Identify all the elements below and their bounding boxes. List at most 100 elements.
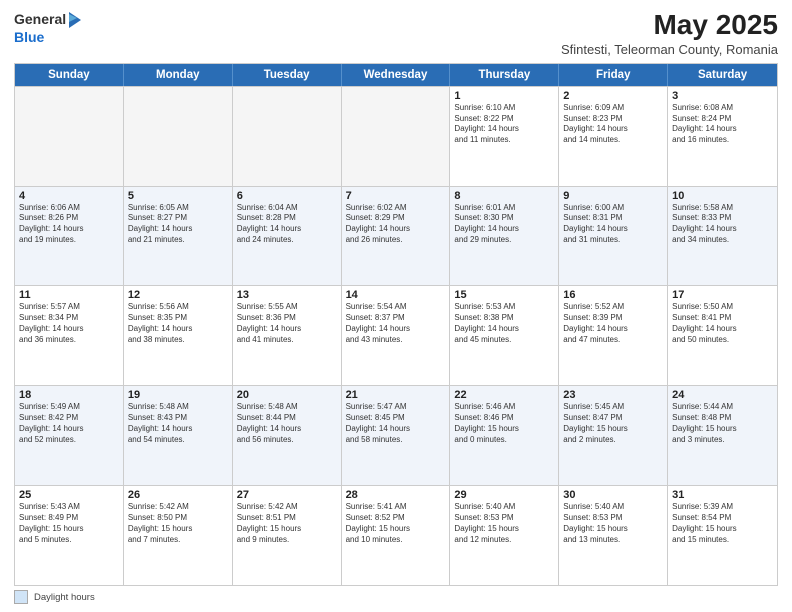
cal-cell-5: 5Sunrise: 6:05 AM Sunset: 8:27 PM Daylig… bbox=[124, 187, 233, 286]
calendar-row-3: 11Sunrise: 5:57 AM Sunset: 8:34 PM Dayli… bbox=[15, 285, 777, 385]
day-info: Sunrise: 5:40 AM Sunset: 8:53 PM Dayligh… bbox=[454, 502, 554, 545]
day-info: Sunrise: 6:02 AM Sunset: 8:29 PM Dayligh… bbox=[346, 203, 446, 246]
cal-cell-31: 31Sunrise: 5:39 AM Sunset: 8:54 PM Dayli… bbox=[668, 486, 777, 585]
day-info: Sunrise: 5:47 AM Sunset: 8:45 PM Dayligh… bbox=[346, 402, 446, 445]
day-info: Sunrise: 5:54 AM Sunset: 8:37 PM Dayligh… bbox=[346, 302, 446, 345]
cal-cell-10: 10Sunrise: 5:58 AM Sunset: 8:33 PM Dayli… bbox=[668, 187, 777, 286]
cal-cell-empty-1 bbox=[124, 87, 233, 186]
cal-cell-empty-2 bbox=[233, 87, 342, 186]
day-number: 21 bbox=[346, 389, 446, 401]
calendar-row-1: 1Sunrise: 6:10 AM Sunset: 8:22 PM Daylig… bbox=[15, 86, 777, 186]
calendar-body: 1Sunrise: 6:10 AM Sunset: 8:22 PM Daylig… bbox=[15, 86, 777, 585]
day-number: 7 bbox=[346, 190, 446, 202]
day-number: 1 bbox=[454, 90, 554, 102]
day-number: 26 bbox=[128, 489, 228, 501]
calendar: SundayMondayTuesdayWednesdayThursdayFrid… bbox=[14, 63, 778, 586]
day-info: Sunrise: 5:52 AM Sunset: 8:39 PM Dayligh… bbox=[563, 302, 663, 345]
daylight-legend-box bbox=[14, 590, 28, 604]
logo: General Blue bbox=[14, 10, 83, 45]
cal-cell-22: 22Sunrise: 5:46 AM Sunset: 8:46 PM Dayli… bbox=[450, 386, 559, 485]
day-info: Sunrise: 5:44 AM Sunset: 8:48 PM Dayligh… bbox=[672, 402, 773, 445]
calendar-row-5: 25Sunrise: 5:43 AM Sunset: 8:49 PM Dayli… bbox=[15, 485, 777, 585]
cal-cell-14: 14Sunrise: 5:54 AM Sunset: 8:37 PM Dayli… bbox=[342, 286, 451, 385]
day-number: 17 bbox=[672, 289, 773, 301]
cal-cell-empty-3 bbox=[342, 87, 451, 186]
cal-cell-1: 1Sunrise: 6:10 AM Sunset: 8:22 PM Daylig… bbox=[450, 87, 559, 186]
cal-cell-30: 30Sunrise: 5:40 AM Sunset: 8:53 PM Dayli… bbox=[559, 486, 668, 585]
day-header-thursday: Thursday bbox=[450, 64, 559, 86]
day-info: Sunrise: 6:09 AM Sunset: 8:23 PM Dayligh… bbox=[563, 103, 663, 146]
cal-cell-27: 27Sunrise: 5:42 AM Sunset: 8:51 PM Dayli… bbox=[233, 486, 342, 585]
cal-cell-23: 23Sunrise: 5:45 AM Sunset: 8:47 PM Dayli… bbox=[559, 386, 668, 485]
page: General Blue May 2025 Sfintesti, Teleorm… bbox=[0, 0, 792, 612]
day-number: 23 bbox=[563, 389, 663, 401]
day-number: 6 bbox=[237, 190, 337, 202]
day-header-tuesday: Tuesday bbox=[233, 64, 342, 86]
day-number: 8 bbox=[454, 190, 554, 202]
day-number: 9 bbox=[563, 190, 663, 202]
cal-cell-16: 16Sunrise: 5:52 AM Sunset: 8:39 PM Dayli… bbox=[559, 286, 668, 385]
day-number: 5 bbox=[128, 190, 228, 202]
day-info: Sunrise: 5:42 AM Sunset: 8:50 PM Dayligh… bbox=[128, 502, 228, 545]
footer: Daylight hours bbox=[14, 590, 778, 604]
day-info: Sunrise: 5:56 AM Sunset: 8:35 PM Dayligh… bbox=[128, 302, 228, 345]
day-info: Sunrise: 6:06 AM Sunset: 8:26 PM Dayligh… bbox=[19, 203, 119, 246]
logo-blue-text: Blue bbox=[14, 30, 44, 45]
cal-cell-28: 28Sunrise: 5:41 AM Sunset: 8:52 PM Dayli… bbox=[342, 486, 451, 585]
cal-cell-20: 20Sunrise: 5:48 AM Sunset: 8:44 PM Dayli… bbox=[233, 386, 342, 485]
cal-cell-3: 3Sunrise: 6:08 AM Sunset: 8:24 PM Daylig… bbox=[668, 87, 777, 186]
day-info: Sunrise: 5:46 AM Sunset: 8:46 PM Dayligh… bbox=[454, 402, 554, 445]
day-info: Sunrise: 6:05 AM Sunset: 8:27 PM Dayligh… bbox=[128, 203, 228, 246]
day-number: 11 bbox=[19, 289, 119, 301]
day-number: 22 bbox=[454, 389, 554, 401]
day-number: 14 bbox=[346, 289, 446, 301]
day-info: Sunrise: 5:58 AM Sunset: 8:33 PM Dayligh… bbox=[672, 203, 773, 246]
cal-cell-26: 26Sunrise: 5:42 AM Sunset: 8:50 PM Dayli… bbox=[124, 486, 233, 585]
cal-cell-25: 25Sunrise: 5:43 AM Sunset: 8:49 PM Dayli… bbox=[15, 486, 124, 585]
day-info: Sunrise: 5:41 AM Sunset: 8:52 PM Dayligh… bbox=[346, 502, 446, 545]
day-number: 31 bbox=[672, 489, 773, 501]
cal-cell-12: 12Sunrise: 5:56 AM Sunset: 8:35 PM Dayli… bbox=[124, 286, 233, 385]
day-number: 12 bbox=[128, 289, 228, 301]
day-info: Sunrise: 5:57 AM Sunset: 8:34 PM Dayligh… bbox=[19, 302, 119, 345]
day-info: Sunrise: 5:50 AM Sunset: 8:41 PM Dayligh… bbox=[672, 302, 773, 345]
day-info: Sunrise: 5:53 AM Sunset: 8:38 PM Dayligh… bbox=[454, 302, 554, 345]
day-number: 13 bbox=[237, 289, 337, 301]
day-info: Sunrise: 5:55 AM Sunset: 8:36 PM Dayligh… bbox=[237, 302, 337, 345]
day-number: 15 bbox=[454, 289, 554, 301]
cal-cell-8: 8Sunrise: 6:01 AM Sunset: 8:30 PM Daylig… bbox=[450, 187, 559, 286]
day-number: 20 bbox=[237, 389, 337, 401]
day-number: 3 bbox=[672, 90, 773, 102]
day-number: 16 bbox=[563, 289, 663, 301]
day-info: Sunrise: 6:10 AM Sunset: 8:22 PM Dayligh… bbox=[454, 103, 554, 146]
title-section: May 2025 Sfintesti, Teleorman County, Ro… bbox=[561, 10, 778, 57]
day-header-saturday: Saturday bbox=[668, 64, 777, 86]
day-info: Sunrise: 5:49 AM Sunset: 8:42 PM Dayligh… bbox=[19, 402, 119, 445]
cal-cell-7: 7Sunrise: 6:02 AM Sunset: 8:29 PM Daylig… bbox=[342, 187, 451, 286]
day-number: 4 bbox=[19, 190, 119, 202]
cal-cell-2: 2Sunrise: 6:09 AM Sunset: 8:23 PM Daylig… bbox=[559, 87, 668, 186]
day-header-monday: Monday bbox=[124, 64, 233, 86]
calendar-row-4: 18Sunrise: 5:49 AM Sunset: 8:42 PM Dayli… bbox=[15, 385, 777, 485]
location-subtitle: Sfintesti, Teleorman County, Romania bbox=[561, 42, 778, 57]
cal-cell-17: 17Sunrise: 5:50 AM Sunset: 8:41 PM Dayli… bbox=[668, 286, 777, 385]
day-number: 30 bbox=[563, 489, 663, 501]
cal-cell-21: 21Sunrise: 5:47 AM Sunset: 8:45 PM Dayli… bbox=[342, 386, 451, 485]
cal-cell-29: 29Sunrise: 5:40 AM Sunset: 8:53 PM Dayli… bbox=[450, 486, 559, 585]
day-info: Sunrise: 5:40 AM Sunset: 8:53 PM Dayligh… bbox=[563, 502, 663, 545]
day-info: Sunrise: 6:08 AM Sunset: 8:24 PM Dayligh… bbox=[672, 103, 773, 146]
day-header-friday: Friday bbox=[559, 64, 668, 86]
cal-cell-19: 19Sunrise: 5:48 AM Sunset: 8:43 PM Dayli… bbox=[124, 386, 233, 485]
day-info: Sunrise: 6:01 AM Sunset: 8:30 PM Dayligh… bbox=[454, 203, 554, 246]
day-info: Sunrise: 6:00 AM Sunset: 8:31 PM Dayligh… bbox=[563, 203, 663, 246]
cal-cell-18: 18Sunrise: 5:49 AM Sunset: 8:42 PM Dayli… bbox=[15, 386, 124, 485]
cal-cell-11: 11Sunrise: 5:57 AM Sunset: 8:34 PM Dayli… bbox=[15, 286, 124, 385]
cal-cell-24: 24Sunrise: 5:44 AM Sunset: 8:48 PM Dayli… bbox=[668, 386, 777, 485]
day-number: 19 bbox=[128, 389, 228, 401]
day-number: 24 bbox=[672, 389, 773, 401]
day-info: Sunrise: 5:45 AM Sunset: 8:47 PM Dayligh… bbox=[563, 402, 663, 445]
daylight-label: Daylight hours bbox=[34, 592, 95, 603]
cal-cell-4: 4Sunrise: 6:06 AM Sunset: 8:26 PM Daylig… bbox=[15, 187, 124, 286]
header: General Blue May 2025 Sfintesti, Teleorm… bbox=[14, 10, 778, 57]
day-info: Sunrise: 6:04 AM Sunset: 8:28 PM Dayligh… bbox=[237, 203, 337, 246]
